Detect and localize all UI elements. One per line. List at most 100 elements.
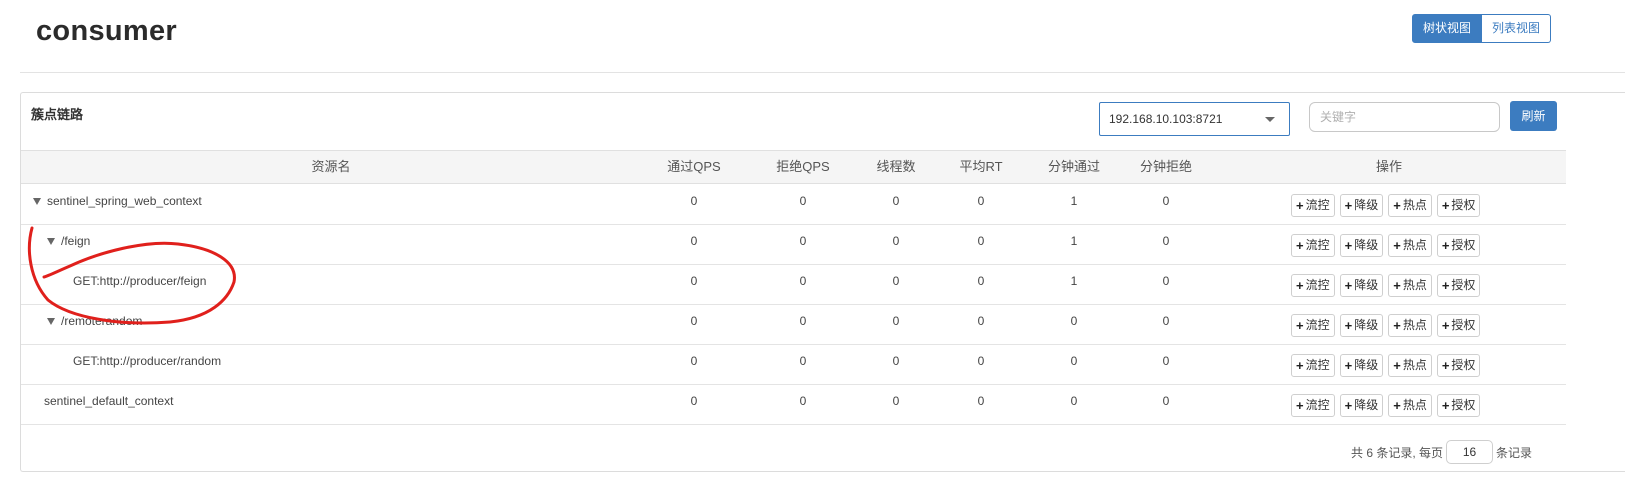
table-row: GET:http://producer/feign 0 0 0 0 1 0 + 流控 + 降级 + 热点…	[21, 265, 1566, 305]
table-header: 资源名 通过QPS 拒绝QPS 线程数 平均RT 分钟通过 分钟拒绝 操作	[21, 150, 1566, 184]
cell-minute-block: 0	[1162, 274, 1170, 288]
plus-icon: +	[1296, 318, 1304, 333]
pager: 共 6 条记录, 每页 条记录	[1351, 440, 1532, 464]
keyword-search-input[interactable]	[1309, 102, 1500, 132]
refresh-button[interactable]: 刷新	[1510, 101, 1557, 131]
cell-threads: 0	[892, 354, 900, 368]
header-resource-name: 资源名	[311, 159, 351, 174]
flow-control-button[interactable]: + 流控	[1291, 234, 1335, 257]
plus-icon: +	[1393, 398, 1401, 413]
degrade-button[interactable]: + 降级	[1339, 234, 1384, 257]
action-label: 热点	[1402, 238, 1427, 252]
plus-icon: +	[1393, 198, 1401, 213]
hotspot-button[interactable]: + 热点	[1388, 194, 1432, 217]
page-title: consumer	[36, 15, 177, 47]
pager-suffix: 条记录	[1496, 445, 1533, 460]
plus-icon: +	[1344, 198, 1353, 213]
cell-minute-block: 0	[1162, 394, 1170, 408]
resource-name: /feign	[61, 234, 91, 248]
table-row: /feign 0 0 0 0 1 0 + 流控 + 降级 + 热点 + 授权	[21, 225, 1566, 265]
cell-minute-pass: 1	[1070, 234, 1078, 248]
expand-toggle-icon[interactable]	[33, 197, 41, 205]
header-pass-qps: 通过QPS	[667, 159, 721, 174]
cell-minute-pass: 0	[1070, 314, 1078, 328]
cell-avg-rt: 0	[977, 274, 985, 288]
hotspot-button[interactable]: + 热点	[1388, 234, 1432, 257]
plus-icon: +	[1344, 238, 1353, 253]
authority-button[interactable]: + 授权	[1436, 274, 1481, 297]
hotspot-button[interactable]: + 热点	[1388, 274, 1432, 297]
action-label: 授权	[1451, 398, 1476, 412]
plus-icon: +	[1296, 198, 1304, 213]
panel-title: 簇点链路	[31, 107, 84, 122]
degrade-button[interactable]: + 降级	[1339, 354, 1384, 377]
expand-toggle-icon[interactable]	[47, 237, 55, 245]
plus-icon: +	[1393, 278, 1401, 293]
list-view-button[interactable]: 列表视图	[1482, 14, 1552, 43]
action-label: 热点	[1402, 318, 1427, 332]
action-label: 授权	[1451, 358, 1476, 372]
plus-icon: +	[1441, 398, 1450, 413]
action-label: 流控	[1305, 278, 1330, 292]
page-size-input[interactable]	[1446, 440, 1494, 464]
hotspot-button[interactable]: + 热点	[1388, 354, 1432, 377]
row-actions: + 流控 + 降级 + 热点 + 授权	[1291, 314, 1485, 337]
resource-name-cell: GET:http://producer/feign	[73, 274, 206, 288]
degrade-button[interactable]: + 降级	[1339, 194, 1384, 217]
cell-block-qps: 0	[799, 314, 807, 328]
view-toggle: 树状视图 列表视图	[1412, 14, 1552, 43]
tree-view-button[interactable]: 树状视图	[1412, 14, 1483, 43]
degrade-button[interactable]: + 降级	[1339, 314, 1384, 337]
cell-threads: 0	[892, 274, 900, 288]
authority-button[interactable]: + 授权	[1436, 394, 1481, 417]
flow-control-button[interactable]: + 流控	[1291, 314, 1335, 337]
pager-prefix: 共 6 条记录, 每页	[1351, 445, 1444, 460]
cell-minute-block: 0	[1162, 234, 1170, 248]
cell-minute-block: 0	[1162, 354, 1170, 368]
authority-button[interactable]: + 授权	[1436, 314, 1481, 337]
header-avg-rt: 平均RT	[959, 159, 1003, 174]
authority-button[interactable]: + 授权	[1436, 234, 1481, 257]
cell-pass-qps: 0	[690, 234, 698, 248]
flow-control-button[interactable]: + 流控	[1291, 394, 1335, 417]
resource-name: GET:http://producer/feign	[73, 274, 207, 288]
cell-block-qps: 0	[799, 234, 807, 248]
action-label: 流控	[1305, 358, 1330, 372]
expand-toggle-icon[interactable]	[47, 317, 55, 325]
cell-pass-qps: 0	[690, 194, 698, 208]
plus-icon: +	[1441, 198, 1450, 213]
action-label: 降级	[1354, 318, 1379, 332]
flow-control-button[interactable]: + 流控	[1291, 274, 1335, 297]
machine-select[interactable]: 192.168.10.103:8721	[1099, 102, 1290, 136]
action-label: 降级	[1354, 238, 1379, 252]
header-minute-pass: 分钟通过	[1047, 159, 1101, 174]
resource-name-cell: GET:http://producer/random	[73, 354, 221, 368]
plus-icon: +	[1344, 358, 1353, 373]
cell-avg-rt: 0	[977, 354, 985, 368]
degrade-button[interactable]: + 降级	[1339, 274, 1384, 297]
authority-button[interactable]: + 授权	[1436, 354, 1481, 377]
action-label: 热点	[1402, 358, 1427, 372]
action-label: 流控	[1305, 238, 1330, 252]
plus-icon: +	[1344, 318, 1353, 333]
cell-threads: 0	[892, 194, 900, 208]
plus-icon: +	[1441, 238, 1450, 253]
table-row: sentinel_default_context 0 0 0 0 0 0 + 流控 + 降级 + 热点 +…	[21, 385, 1566, 425]
authority-button[interactable]: + 授权	[1436, 194, 1481, 217]
cell-avg-rt: 0	[977, 314, 985, 328]
hotspot-button[interactable]: + 热点	[1388, 314, 1432, 337]
cell-pass-qps: 0	[690, 274, 698, 288]
cell-pass-qps: 0	[690, 354, 698, 368]
action-label: 降级	[1354, 398, 1379, 412]
flow-control-button[interactable]: + 流控	[1291, 354, 1335, 377]
degrade-button[interactable]: + 降级	[1339, 394, 1384, 417]
cell-minute-pass: 0	[1070, 354, 1078, 368]
cell-block-qps: 0	[799, 194, 807, 208]
hotspot-button[interactable]: + 热点	[1388, 394, 1432, 417]
plus-icon: +	[1393, 358, 1401, 373]
machine-select-value: 192.168.10.103:8721	[1109, 112, 1223, 126]
row-actions: + 流控 + 降级 + 热点 + 授权	[1291, 274, 1485, 297]
flow-control-button[interactable]: + 流控	[1291, 194, 1335, 217]
cell-minute-block: 0	[1162, 194, 1170, 208]
cell-minute-pass: 1	[1070, 274, 1078, 288]
